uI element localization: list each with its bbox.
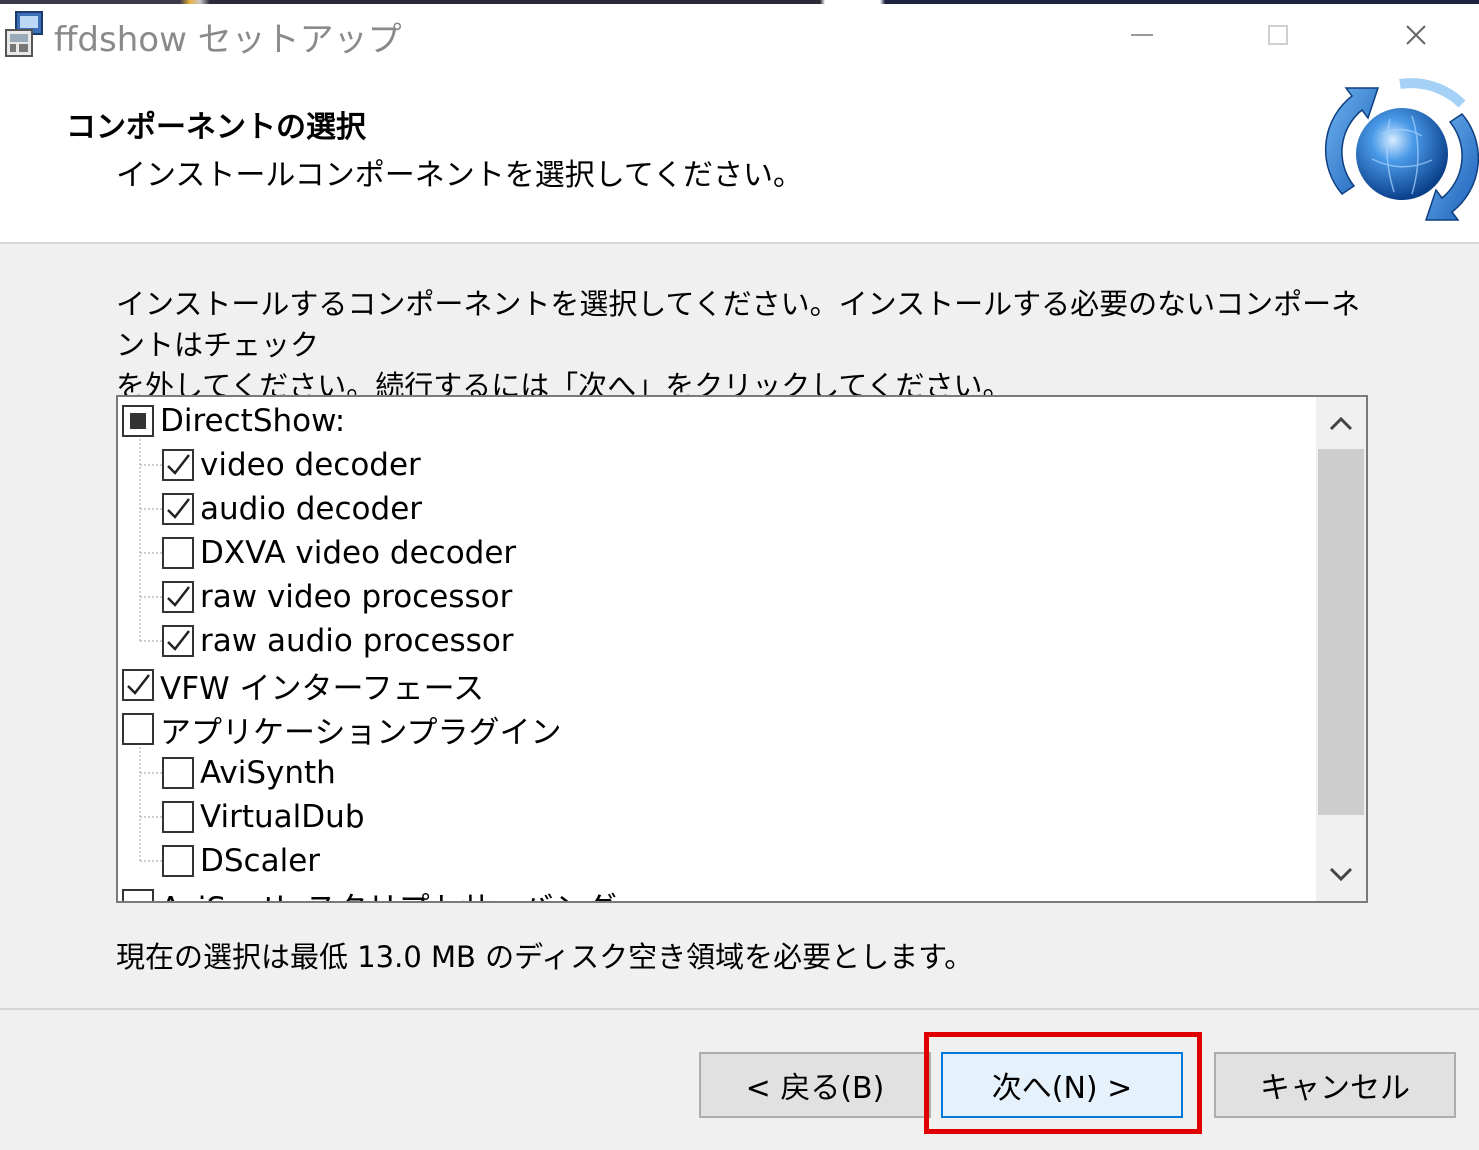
component-item[interactable]: AviSynth — [162, 751, 336, 795]
checkbox-checked[interactable] — [162, 581, 194, 613]
back-button[interactable]: < 戻る(B) — [699, 1052, 931, 1118]
scroll-down-button[interactable] — [1316, 849, 1366, 899]
component-label: video decoder — [200, 447, 421, 483]
checkbox-unchecked[interactable] — [162, 537, 194, 569]
component-item[interactable]: VFW インターフェース — [122, 663, 484, 707]
checkmark-icon — [127, 674, 150, 695]
vertical-scrollbar[interactable] — [1316, 397, 1366, 901]
checkbox-unchecked[interactable] — [122, 889, 154, 901]
instructions-line-1: インストールするコンポーネントを選択してください。インストールする必要のないコン… — [116, 287, 1361, 362]
close-button[interactable] — [1394, 14, 1438, 56]
window-title: ffdshow セットアップ — [54, 20, 402, 60]
maximize-button — [1256, 14, 1300, 56]
installer-icon — [2, 10, 48, 58]
component-tree[interactable]: DirectShow: video decoder audio decoder … — [116, 395, 1368, 903]
checkbox-checked[interactable] — [162, 493, 194, 525]
component-label: VirtualDub — [200, 799, 365, 835]
component-label: audio decoder — [200, 491, 423, 527]
checkbox-partial[interactable] — [122, 405, 154, 437]
component-label: DScaler — [200, 843, 321, 879]
chevron-down-icon — [1329, 867, 1353, 882]
component-label: DXVA video decoder — [200, 535, 517, 571]
footer-divider — [0, 1008, 1479, 1010]
component-label: DirectShow: — [160, 403, 346, 439]
component-label: AviSynth — [200, 755, 336, 791]
component-item[interactable]: raw video processor — [162, 575, 512, 619]
checkmark-icon — [167, 498, 190, 519]
background-window-strip — [0, 0, 1479, 4]
checkbox-unchecked[interactable] — [122, 713, 154, 745]
component-item[interactable]: audio decoder — [162, 487, 422, 531]
component-item[interactable]: DXVA video decoder — [162, 531, 516, 575]
instructions-text: インストールするコンポーネントを選択してください。インストールする必要のないコン… — [116, 284, 1376, 407]
component-item[interactable]: AviSynth スクリプトサーバング — [122, 883, 617, 902]
close-icon — [1406, 25, 1426, 45]
title-bar: ffdshow セットアップ — [0, 0, 1479, 70]
component-item[interactable]: video decoder — [162, 443, 421, 487]
checkbox-unchecked[interactable] — [162, 757, 194, 789]
component-label: アプリケーションプラグイン — [160, 714, 562, 751]
cancel-button[interactable]: キャンセル — [1214, 1052, 1456, 1118]
component-item[interactable]: DScaler — [162, 839, 320, 883]
component-label: raw video processor — [200, 579, 513, 615]
component-label: VFW インターフェース — [160, 670, 485, 707]
minimize-button[interactable] — [1120, 14, 1164, 56]
chevron-up-icon — [1329, 416, 1353, 431]
component-item[interactable]: DirectShow: — [122, 399, 345, 443]
checkmark-icon — [167, 454, 190, 475]
checkmark-icon — [167, 586, 190, 607]
checkbox-checked[interactable] — [162, 625, 194, 657]
scrollbar-thumb[interactable] — [1318, 449, 1364, 815]
page-header: コンポーネントの選択 インストールコンポーネントを選択してください。 — [0, 70, 1479, 244]
page-subtitle: インストールコンポーネントを選択してください。 — [116, 158, 803, 193]
checkbox-unchecked[interactable] — [162, 801, 194, 833]
component-item[interactable]: VirtualDub — [162, 795, 365, 839]
ffdshow-logo-icon — [1312, 74, 1479, 236]
next-button[interactable]: 次へ(N) > — [941, 1052, 1183, 1118]
component-label: raw audio processor — [200, 623, 514, 659]
component-label: AviSynth スクリプトサーバング — [160, 883, 617, 902]
component-item[interactable]: raw audio processor — [162, 619, 514, 663]
scroll-up-button[interactable] — [1316, 399, 1366, 449]
checkbox-checked[interactable] — [162, 449, 194, 481]
page-title: コンポーネントの選択 — [66, 110, 366, 145]
maximize-icon — [1268, 25, 1288, 45]
checkbox-unchecked[interactable] — [162, 845, 194, 877]
component-item[interactable]: アプリケーションプラグイン — [122, 707, 561, 751]
checkbox-checked[interactable] — [122, 669, 154, 701]
disk-space-required: 現在の選択は最低 13.0 MB のディスク空き領域を必要とします。 — [116, 940, 974, 974]
checkmark-icon — [167, 630, 190, 651]
minimize-icon — [1131, 34, 1153, 36]
